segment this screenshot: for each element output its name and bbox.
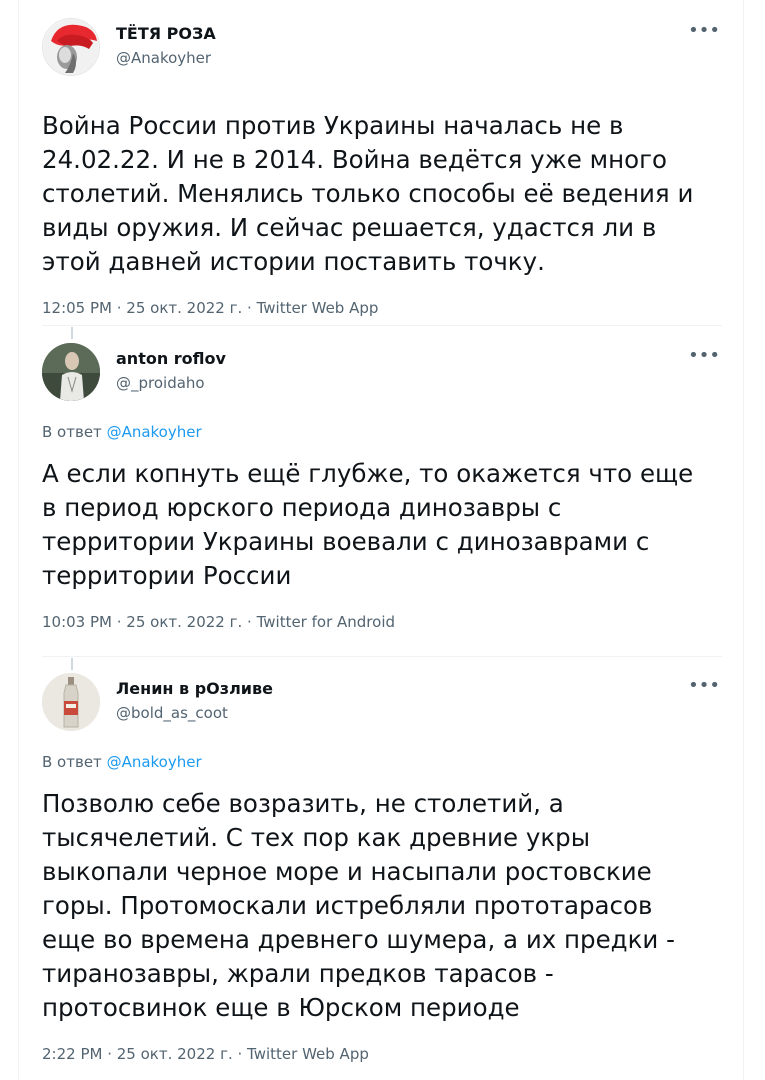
reply-prefix: В ответ: [42, 753, 102, 771]
tweet-meta: 12:05 PM · 25 окт. 2022 г. · Twitter Web…: [42, 299, 722, 317]
tweet-text: Война России против Украины началась не …: [42, 111, 694, 276]
reply-mention-link[interactable]: @Anakoyher: [107, 753, 202, 771]
meta-separator: ·: [242, 299, 257, 317]
more-horizontal-icon[interactable]: •••: [688, 675, 720, 696]
tweet-time[interactable]: 2:22 PM: [42, 1045, 102, 1063]
reply-prefix: В ответ: [42, 423, 102, 441]
author-handle[interactable]: @Anakoyher: [116, 48, 216, 68]
tweet-header: Ленин в рОзливе @bold_as_coot •••: [42, 673, 722, 733]
tweet-text: А если копнуть ещё глубже, то окажется ч…: [42, 459, 694, 590]
thread-line: [71, 327, 73, 339]
tweet-meta: 2:22 PM · 25 окт. 2022 г. · Twitter Web …: [42, 1045, 722, 1063]
tweet-date[interactable]: 25 окт. 2022 г.: [126, 299, 242, 317]
avatar-bottle-icon: [42, 673, 100, 731]
tweet-1[interactable]: ТЁТЯ РОЗА @Anakoyher ••• Война России пр…: [42, 18, 722, 317]
author-handle[interactable]: @_proidaho: [116, 373, 226, 393]
avatar[interactable]: [42, 673, 100, 731]
tweet-date[interactable]: 25 окт. 2022 г.: [117, 1045, 233, 1063]
tweet-meta: 10:03 PM · 25 окт. 2022 г. · Twitter for…: [42, 613, 722, 631]
tweet-time[interactable]: 10:03 PM: [42, 613, 112, 631]
avatar[interactable]: [42, 18, 100, 76]
tweet-header: anton roflov @_proidaho •••: [42, 343, 722, 403]
tweet-text: Позволю себе возразить, не столетий, а т…: [42, 789, 675, 1022]
author-name[interactable]: ТЁТЯ РОЗА: [116, 24, 216, 44]
tweet-source[interactable]: Twitter Web App: [257, 299, 379, 317]
reply-context: В ответ @Anakoyher: [42, 423, 722, 441]
meta-separator: ·: [232, 1045, 248, 1063]
tweet-3[interactable]: Ленин в рОзливе @bold_as_coot ••• В отве…: [42, 673, 722, 1063]
author-handle[interactable]: @bold_as_coot: [116, 703, 273, 723]
meta-separator: ·: [111, 613, 127, 631]
thread-line: [71, 658, 73, 670]
avatar-person-icon: [42, 343, 100, 401]
avatar[interactable]: [42, 343, 100, 401]
reply-mention-link[interactable]: @Anakoyher: [107, 423, 202, 441]
more-horizontal-icon[interactable]: •••: [688, 20, 720, 41]
tweet-source[interactable]: Twitter Web App: [247, 1045, 369, 1063]
tweet-header: ТЁТЯ РОЗА @Anakoyher •••: [42, 18, 722, 78]
avatar-rose-icon: [43, 19, 99, 75]
divider: [42, 325, 722, 326]
more-horizontal-icon[interactable]: •••: [688, 345, 720, 366]
tweet-2[interactable]: anton roflov @_proidaho ••• В ответ @Ana…: [42, 343, 722, 631]
reply-context: В ответ @Anakoyher: [42, 753, 722, 771]
tweet-source[interactable]: Twitter for Android: [257, 613, 395, 631]
author-name[interactable]: Ленин в рОзливе: [116, 679, 273, 699]
tweet-date[interactable]: 25 окт. 2022 г.: [126, 613, 242, 631]
meta-separator: ·: [242, 613, 257, 631]
meta-separator: ·: [111, 299, 127, 317]
author-name[interactable]: anton roflov: [116, 349, 226, 369]
divider: [42, 656, 722, 657]
tweet-time[interactable]: 12:05 PM: [42, 299, 112, 317]
meta-separator: ·: [102, 1045, 117, 1063]
